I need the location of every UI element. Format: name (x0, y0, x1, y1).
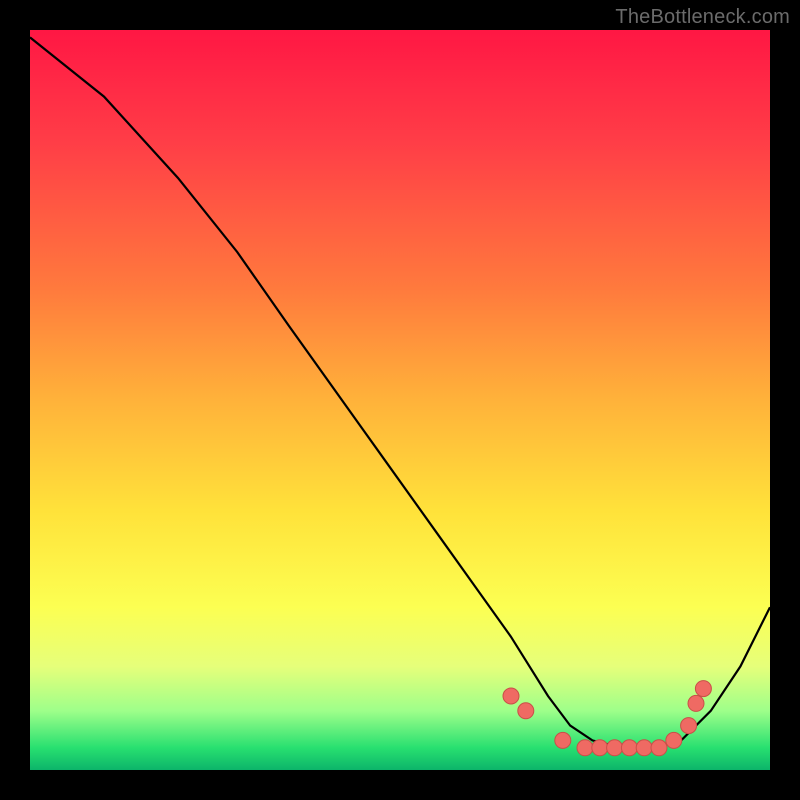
fit-point (688, 695, 704, 711)
fit-point (592, 740, 608, 756)
fit-point (651, 740, 667, 756)
watermark-label: TheBottleneck.com (615, 6, 790, 29)
fit-point (518, 703, 534, 719)
fit-point (555, 732, 571, 748)
fit-point (681, 718, 697, 734)
fit-point (636, 740, 652, 756)
fit-point (577, 740, 593, 756)
fit-point (666, 732, 682, 748)
fit-point (695, 681, 711, 697)
chart-frame: TheBottleneck.com (0, 0, 800, 800)
fit-points-group (503, 681, 711, 756)
bottleneck-curve (30, 37, 770, 747)
fit-point (621, 740, 637, 756)
fit-point (503, 688, 519, 704)
fit-point (607, 740, 623, 756)
chart-overlay (30, 30, 770, 770)
